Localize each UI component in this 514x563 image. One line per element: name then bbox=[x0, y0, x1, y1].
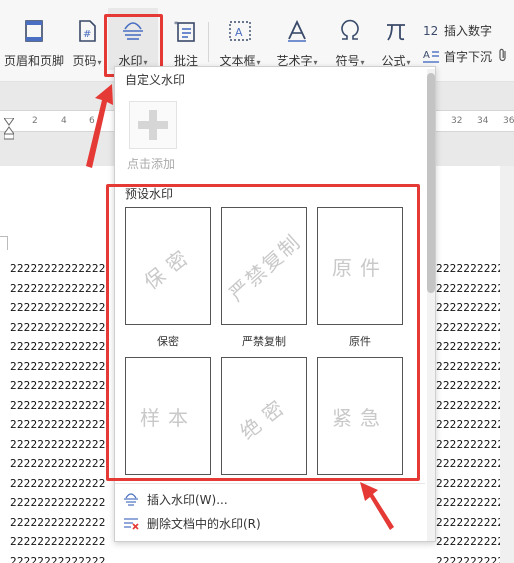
preset-caption: 严禁复制 bbox=[242, 335, 286, 348]
insert-watermark-menu-item[interactable]: 插入水印(W)... bbox=[123, 489, 228, 509]
preset-watermark-title: 预设水印 bbox=[125, 187, 174, 201]
svg-text:#: # bbox=[83, 29, 91, 40]
document-line: 22222222222222 bbox=[10, 399, 106, 412]
insert-number-label: 插入数字 bbox=[444, 23, 493, 38]
insert-number-icon: 12 bbox=[422, 21, 440, 39]
delete-watermark-label: 删除文档中的水印(R) bbox=[147, 516, 261, 531]
menu-divider bbox=[115, 483, 425, 484]
ruler-tick: 34 bbox=[477, 116, 489, 126]
delete-watermark-menu-item[interactable]: 删除文档中的水印(R) bbox=[123, 513, 261, 533]
watermark-preview-text: 绝密 bbox=[235, 390, 295, 444]
add-custom-watermark-label: 点击添加 bbox=[127, 157, 176, 171]
preset-caption: 保密 bbox=[157, 335, 179, 348]
page-number-icon: # bbox=[74, 18, 100, 44]
plus-icon bbox=[138, 110, 168, 140]
textbox-icon: A bbox=[227, 18, 253, 44]
svg-text:12: 12 bbox=[423, 24, 438, 38]
preset-watermark-card[interactable]: 保密 bbox=[125, 207, 211, 325]
symbol-button[interactable]: 符号▾ bbox=[330, 8, 370, 70]
watermark-icon bbox=[123, 491, 139, 507]
ruler-tick: 4 bbox=[61, 116, 67, 126]
indent-marker-icon[interactable] bbox=[4, 118, 14, 140]
preset-watermark-card[interactable]: 紧急 bbox=[317, 357, 403, 475]
ruler-tick: 6 bbox=[89, 116, 95, 126]
add-custom-watermark-button[interactable] bbox=[129, 101, 177, 149]
omega-symbol-icon bbox=[337, 18, 363, 44]
document-line: 22222222222222 bbox=[10, 301, 106, 314]
wordart-icon bbox=[284, 18, 310, 44]
document-scrollbar[interactable] bbox=[500, 166, 514, 563]
toolbar-divider bbox=[208, 22, 209, 62]
wordart-button[interactable]: 艺术字▾ bbox=[272, 8, 322, 70]
document-line: 22222222222222 bbox=[10, 379, 106, 392]
document-line: 22222222222222 bbox=[10, 321, 106, 334]
watermark-dropdown: 自定义水印 点击添加 预设水印 保密 严禁复制 原件 保密 严禁复制 原件 样本… bbox=[114, 66, 436, 542]
document-line: 22222222222222 bbox=[10, 360, 106, 373]
watermark-preview-text: 样本 bbox=[140, 405, 196, 430]
svg-text:A: A bbox=[235, 26, 243, 39]
document-line: 22222222222222 bbox=[10, 555, 106, 563]
document-line: 22222222222222 bbox=[10, 282, 106, 295]
insert-watermark-label: 插入水印(W)... bbox=[147, 492, 228, 507]
ruler-tick: 32 bbox=[451, 116, 463, 126]
delete-watermark-icon bbox=[123, 515, 139, 531]
chevron-down-icon: ▾ bbox=[97, 58, 102, 67]
document-line: 22222222222222 bbox=[10, 535, 106, 548]
margin-corner bbox=[0, 236, 8, 250]
drop-cap-button[interactable]: A 首字下沉 bbox=[422, 46, 508, 66]
preset-watermark-card[interactable]: 原件 bbox=[317, 207, 403, 325]
document-line: 22222222222222 bbox=[10, 262, 106, 275]
svg-text:*: * bbox=[174, 20, 178, 29]
formula-button[interactable]: 公式▾ bbox=[376, 8, 416, 70]
preset-watermark-card[interactable]: 严禁复制 bbox=[221, 207, 307, 325]
preset-caption: 原件 bbox=[349, 335, 371, 348]
document-line: 22222222222222 bbox=[10, 418, 106, 431]
header-footer-label: 页眉和页脚 bbox=[3, 54, 64, 68]
ruler-tick: 36 bbox=[503, 116, 514, 126]
textbox-button[interactable]: A 文本框▾ bbox=[214, 8, 266, 70]
watermark-preview-text: 严禁复制 bbox=[224, 228, 306, 306]
drop-cap-icon: A bbox=[422, 47, 440, 65]
insert-number-button[interactable]: 12 插入数字 bbox=[422, 20, 492, 40]
dropdown-scroll-thumb[interactable] bbox=[427, 73, 435, 293]
pi-formula-icon bbox=[383, 18, 409, 44]
header-footer-button[interactable]: 页眉和页脚 bbox=[2, 8, 66, 70]
svg-text:A: A bbox=[423, 50, 430, 61]
document-line: 22222222222222 bbox=[10, 496, 106, 509]
watermark-preview-text: 紧急 bbox=[332, 405, 388, 430]
document-line: 22222222222222 bbox=[10, 516, 106, 529]
document-line: 22222222222222 bbox=[10, 477, 106, 490]
document-line: 22222222222222 bbox=[10, 457, 106, 470]
header-footer-icon bbox=[21, 18, 47, 44]
app-window: 页眉和页脚 # 页码▾ 水印▾ * 批注 A 文本框▾ 艺术字▾ 符号▾ 公式▾… bbox=[0, 0, 514, 563]
watermark-preview-text: 原件 bbox=[332, 255, 388, 280]
preset-watermark-card[interactable]: 样本 bbox=[125, 357, 211, 475]
preset-watermark-card[interactable]: 绝密 bbox=[221, 357, 307, 475]
dropdown-scrollbar[interactable] bbox=[427, 69, 435, 541]
drop-cap-label: 首字下沉 bbox=[444, 49, 493, 64]
watermark-icon bbox=[120, 18, 146, 44]
watermark-preview-text: 保密 bbox=[139, 240, 199, 294]
custom-watermark-title: 自定义水印 bbox=[125, 73, 186, 87]
page-number-button[interactable]: # 页码▾ bbox=[70, 8, 104, 70]
document-line: 22222222222222 bbox=[10, 340, 106, 353]
document-line: 22222222222222 bbox=[10, 438, 106, 451]
comment-button[interactable]: * 批注 bbox=[166, 8, 206, 70]
paperclip-icon bbox=[498, 48, 508, 65]
comment-icon: * bbox=[173, 18, 199, 44]
ruler-tick: 2 bbox=[32, 116, 38, 126]
page-number-label: 页码 bbox=[72, 54, 97, 68]
watermark-button[interactable]: 水印▾ bbox=[108, 8, 158, 70]
